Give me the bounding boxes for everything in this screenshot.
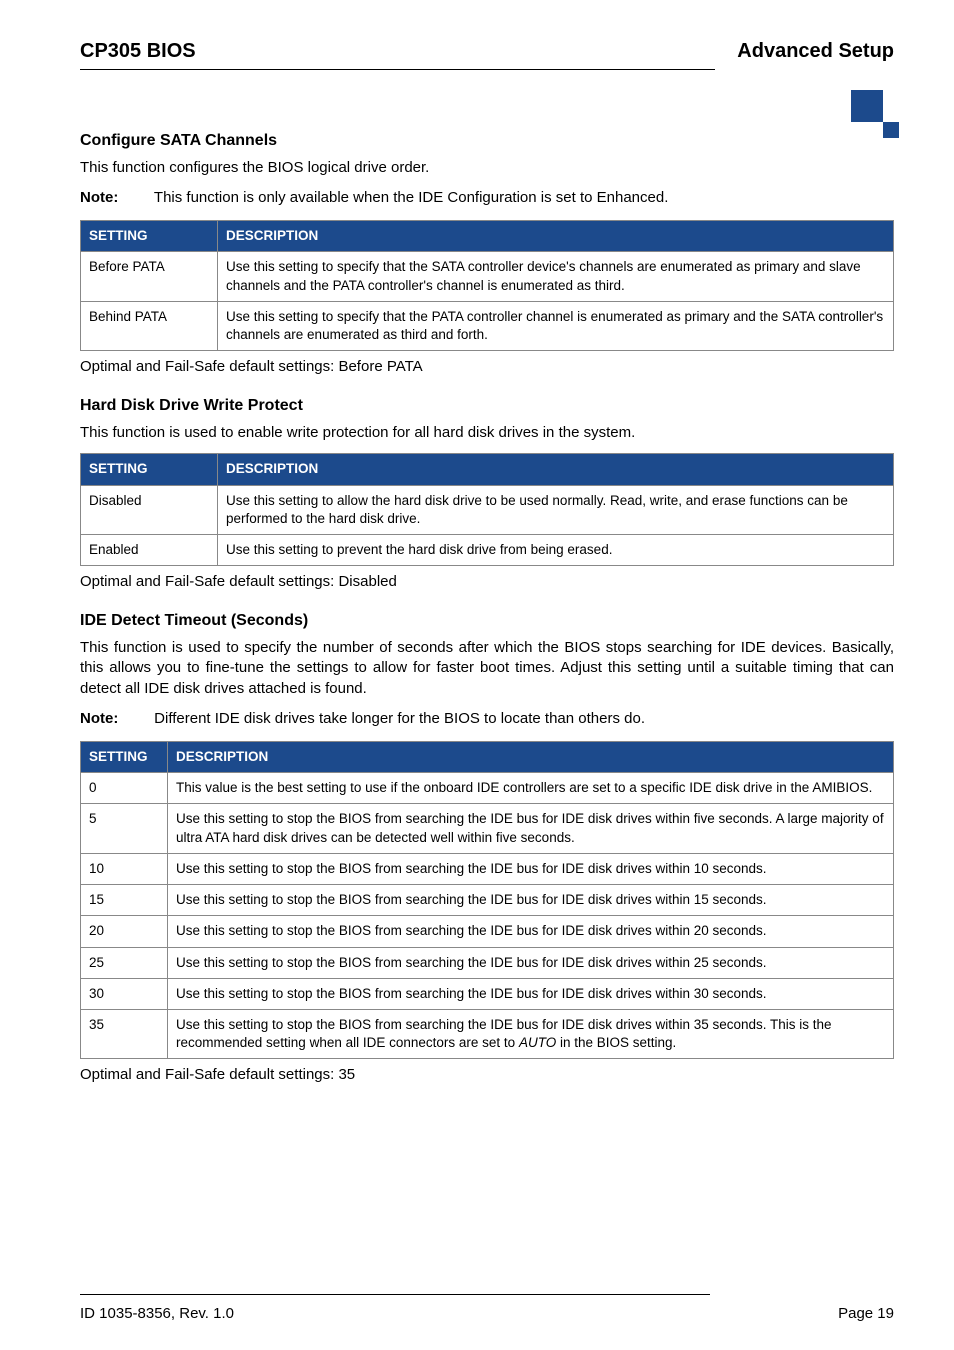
cell-setting: 30: [81, 978, 168, 1009]
cell-setting: Behind PATA: [81, 301, 218, 350]
cell-setting: Enabled: [81, 534, 218, 565]
table-row: 5 Use this setting to stop the BIOS from…: [81, 804, 894, 853]
cell-desc: Use this setting to prevent the hard dis…: [218, 534, 894, 565]
table-row: 20 Use this setting to stop the BIOS fro…: [81, 916, 894, 947]
table-row: 10 Use this setting to stop the BIOS fro…: [81, 853, 894, 884]
cell-desc: Use this setting to allow the hard disk …: [218, 485, 894, 534]
cell-setting: 5: [81, 804, 168, 853]
note-text: This function is only available when the…: [154, 189, 668, 206]
th-description: DESCRIPTION: [218, 221, 894, 252]
footer-right: Page 19: [838, 1305, 894, 1322]
cell-setting: 35: [81, 1009, 168, 1058]
ide-table: SETTING DESCRIPTION 0 This value is the …: [80, 741, 894, 1059]
section-title-sata: Configure SATA Channels: [80, 130, 894, 152]
hdd-default: Optimal and Fail-Safe default settings: …: [80, 572, 894, 592]
cell-desc-post: in the BIOS setting.: [556, 1035, 676, 1050]
cell-desc: Use this setting to stop the BIOS from s…: [168, 978, 894, 1009]
cell-desc: Use this setting to specify that the SAT…: [218, 252, 894, 301]
th-description: DESCRIPTION: [218, 454, 894, 485]
table-row: 35 Use this setting to stop the BIOS fro…: [81, 1009, 894, 1058]
cell-setting: Disabled: [81, 485, 218, 534]
cell-desc: Use this setting to stop the BIOS from s…: [168, 947, 894, 978]
sata-table: SETTING DESCRIPTION Before PATA Use this…: [80, 220, 894, 351]
cell-setting: Before PATA: [81, 252, 218, 301]
table-row: 0 This value is the best setting to use …: [81, 773, 894, 804]
ide-note: Note: Different IDE disk drives take lon…: [80, 709, 894, 729]
cell-desc: Use this setting to stop the BIOS from s…: [168, 1009, 894, 1058]
cell-setting: 0: [81, 773, 168, 804]
note-text: Different IDE disk drives take longer fo…: [154, 710, 645, 727]
cell-desc: This value is the best setting to use if…: [168, 773, 894, 804]
hdd-table: SETTING DESCRIPTION Disabled Use this se…: [80, 453, 894, 566]
table-row: 15 Use this setting to stop the BIOS fro…: [81, 885, 894, 916]
table-row: Behind PATA Use this setting to specify …: [81, 301, 894, 350]
note-label: Note:: [80, 188, 150, 208]
cell-desc-pre: Use this setting to stop the BIOS from s…: [176, 1017, 832, 1050]
cell-desc: Use this setting to stop the BIOS from s…: [168, 804, 894, 853]
header-left: CP305 BIOS: [80, 40, 196, 63]
cell-desc: Use this setting to stop the BIOS from s…: [168, 916, 894, 947]
section-title-hdd: Hard Disk Drive Write Protect: [80, 395, 894, 417]
table-row: 25 Use this setting to stop the BIOS fro…: [81, 947, 894, 978]
ide-intro: This function is used to specify the num…: [80, 638, 894, 699]
cell-desc-em: AUTO: [519, 1035, 556, 1050]
cell-desc: Use this setting to specify that the PAT…: [218, 301, 894, 350]
cell-setting: 10: [81, 853, 168, 884]
table-row: Before PATA Use this setting to specify …: [81, 252, 894, 301]
table-row: Disabled Use this setting to allow the h…: [81, 485, 894, 534]
cell-setting: 15: [81, 885, 168, 916]
header-rule: [80, 69, 715, 70]
cell-setting: 20: [81, 916, 168, 947]
th-description: DESCRIPTION: [168, 742, 894, 773]
ide-default: Optimal and Fail-Safe default settings: …: [80, 1065, 894, 1085]
section-title-ide: IDE Detect Timeout (Seconds): [80, 610, 894, 632]
th-setting: SETTING: [81, 454, 218, 485]
footer-rule: [80, 1294, 710, 1295]
table-row: Enabled Use this setting to prevent the …: [81, 534, 894, 565]
header-right: Advanced Setup: [737, 40, 894, 63]
footer-left: ID 1035-8356, Rev. 1.0: [80, 1305, 234, 1322]
cell-setting: 25: [81, 947, 168, 978]
note-label: Note:: [80, 709, 150, 729]
table-row: 30 Use this setting to stop the BIOS fro…: [81, 978, 894, 1009]
cell-desc: Use this setting to stop the BIOS from s…: [168, 853, 894, 884]
sata-note: Note: This function is only available wh…: [80, 188, 894, 208]
hdd-intro: This function is used to enable write pr…: [80, 423, 894, 443]
cell-desc: Use this setting to stop the BIOS from s…: [168, 885, 894, 916]
sata-default: Optimal and Fail-Safe default settings: …: [80, 357, 894, 377]
th-setting: SETTING: [81, 221, 218, 252]
brand-logo: [851, 90, 899, 138]
th-setting: SETTING: [81, 742, 168, 773]
sata-intro: This function configures the BIOS logica…: [80, 158, 894, 178]
